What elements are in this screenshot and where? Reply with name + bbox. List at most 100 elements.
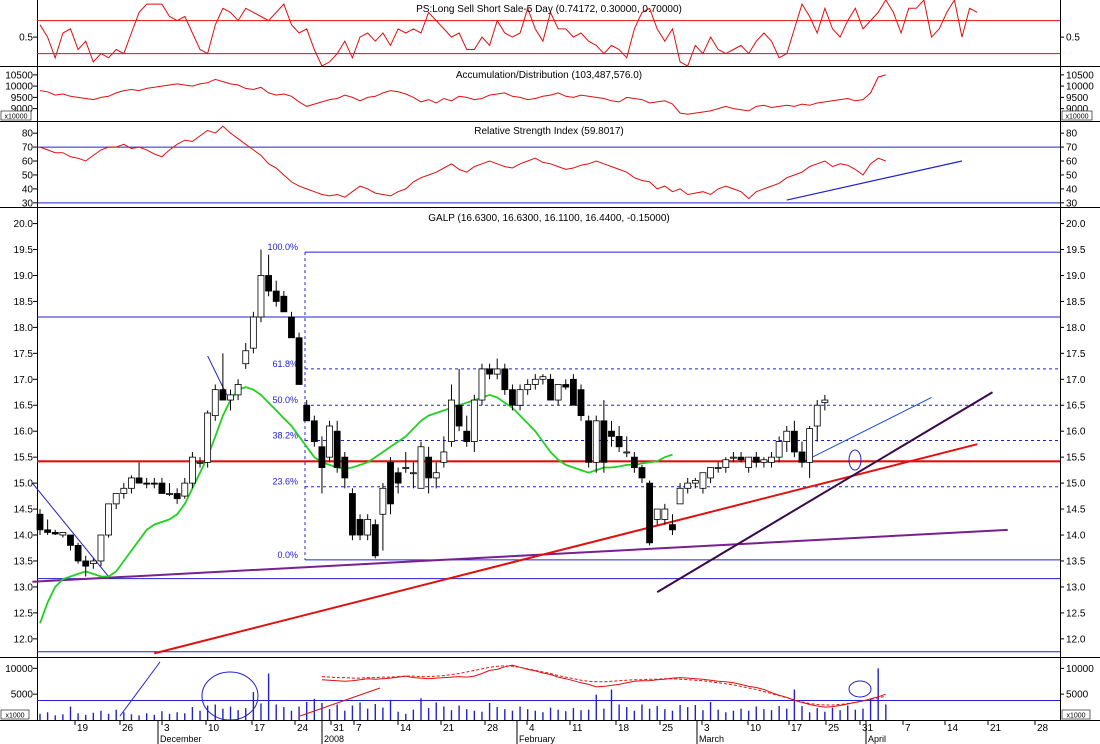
price-tick-label-right: 17.5 <box>1066 349 1086 360</box>
candle-up <box>409 472 417 475</box>
candle-up <box>440 451 448 463</box>
price-tick-label-left: 19.0 <box>14 271 34 282</box>
candle-up <box>531 378 539 385</box>
candle-up <box>470 399 478 442</box>
price-tick-label-left: 12.5 <box>14 608 34 619</box>
candle-up <box>128 477 135 489</box>
x-tick-label: 17 <box>791 723 803 734</box>
price-tick-label-right: 14.0 <box>1066 531 1086 542</box>
candle-down <box>349 493 356 536</box>
candle-up <box>554 384 562 401</box>
price-tick-label-right: 18.0 <box>1066 323 1086 334</box>
candle-up <box>112 493 120 505</box>
price-tick-label-left: 15.5 <box>14 453 34 464</box>
candle-up <box>722 459 730 468</box>
candle-up <box>97 534 105 562</box>
candle-up <box>188 456 196 484</box>
volume-multiplier-left: x1000 <box>5 713 24 720</box>
candle-up <box>516 389 524 406</box>
price-tick-label-right: 15.0 <box>1066 479 1086 490</box>
candle-up <box>204 412 212 463</box>
ad-tick-label-right: 10500 <box>1066 70 1094 81</box>
candle-down <box>82 560 90 567</box>
x-tick-label: 3 <box>704 723 710 734</box>
candle-up <box>714 467 722 469</box>
candle-up <box>539 376 547 380</box>
x-month-label: December <box>160 734 202 744</box>
x-tick-label: 24 <box>297 723 309 734</box>
candle-down <box>44 529 52 533</box>
x-tick-label: 10 <box>750 723 762 734</box>
price-tick-label-left: 14.0 <box>14 531 34 542</box>
price-tick-label-right: 12.5 <box>1066 608 1086 619</box>
candle-up <box>478 368 486 401</box>
candle-up <box>89 560 97 564</box>
price-tick-label-right: 13.0 <box>1066 582 1086 593</box>
volume-tick-label-right: 5000 <box>1066 690 1089 701</box>
candle-up <box>166 493 173 495</box>
candle-down <box>173 493 181 500</box>
candle-down <box>630 456 638 468</box>
candle-down <box>280 295 288 313</box>
candle-up <box>181 482 189 497</box>
ad-title: Accumulation/Distribution (103,487,576.0… <box>456 70 642 81</box>
candle-down <box>646 482 653 544</box>
candle-down <box>333 430 341 468</box>
candle-down <box>74 544 82 562</box>
candle-up <box>661 508 669 520</box>
candle-down <box>570 378 577 406</box>
fibonacci-label: 50.0% <box>272 395 298 405</box>
x-tick-label: 18 <box>618 723 630 734</box>
candle-down <box>638 467 646 479</box>
candle-up <box>196 461 204 464</box>
x-tick-label: 17 <box>254 723 266 734</box>
candle-up <box>227 394 234 401</box>
candle-down <box>303 404 311 422</box>
candle-up <box>448 399 455 442</box>
x-tick-label: 14 <box>947 723 959 734</box>
price-tick-label-right: 16.5 <box>1066 401 1086 412</box>
rsi-tick-label-left: 40 <box>22 184 34 195</box>
rsi-tick-label-left: 80 <box>22 129 34 140</box>
price-tick-label-right: 16.0 <box>1066 427 1086 438</box>
candle-down <box>318 446 326 468</box>
rsi-tick-label-right: 40 <box>1066 184 1078 195</box>
chart-background <box>0 0 1100 744</box>
price-tick-label-left: 14.5 <box>14 505 34 516</box>
volume-tick-label-right: 10000 <box>1066 664 1094 675</box>
candle-down <box>143 482 151 485</box>
candle-up <box>623 451 631 454</box>
x-tick-label: 10 <box>208 723 220 734</box>
candle-up <box>684 482 692 489</box>
candle-down <box>547 378 554 401</box>
volume-tick-label-left: 10000 <box>5 664 33 675</box>
candle-down <box>752 456 760 463</box>
x-tick-label: 4 <box>529 723 535 734</box>
candle-up <box>326 425 333 458</box>
price-tick-label-left: 16.0 <box>14 427 34 438</box>
price-tick-label-left: 15.0 <box>14 479 34 490</box>
candle-up <box>775 441 783 458</box>
rsi-tick-label-left: 70 <box>22 143 34 154</box>
candle-down <box>455 404 463 427</box>
x-tick-label: 31 <box>333 723 345 734</box>
candle-down <box>585 420 593 463</box>
rsi-tick-label-right: 50 <box>1066 170 1078 181</box>
price-tick-label-right: 19.5 <box>1066 245 1086 256</box>
candle-up <box>707 467 714 479</box>
ad-tick-label-left: 10000 <box>5 82 33 93</box>
candle-down <box>387 461 394 505</box>
x-tick-label: 21 <box>990 723 1002 734</box>
price-tick-label-right: 17.0 <box>1066 375 1086 386</box>
candle-down <box>615 435 623 448</box>
fibonacci-label: 23.6% <box>272 477 298 487</box>
candle-up <box>417 446 425 489</box>
candle-down <box>371 524 379 557</box>
price-tick-label-left: 13.5 <box>14 556 34 567</box>
x-tick-label: 26 <box>122 723 134 734</box>
candle-down <box>51 532 59 535</box>
candle-down <box>272 290 280 302</box>
fibonacci-label: 38.2% <box>272 431 298 441</box>
candle-down <box>501 368 509 391</box>
candle-up <box>768 456 775 463</box>
